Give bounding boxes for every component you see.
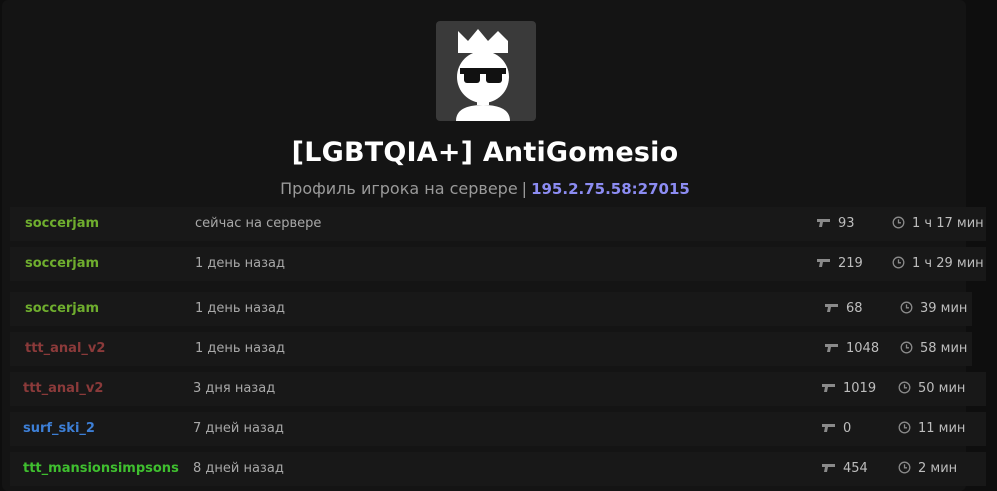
clock-icon	[898, 381, 911, 394]
clock-icon	[898, 461, 911, 474]
clock-icon	[898, 421, 911, 434]
session-duration: 50 мин	[918, 381, 966, 396]
session-kills: 68	[846, 301, 863, 316]
session-last-seen: 7 дней назад	[193, 421, 284, 436]
session-map-link[interactable]: ttt_mansionsimpsons	[23, 461, 179, 476]
session-map-link[interactable]: surf_ski_2	[23, 421, 95, 436]
session-kills: 219	[838, 256, 863, 271]
session-duration: 39 мин	[920, 301, 968, 316]
session-row[interactable]: soccerjam 1 день назад 219 1 ч 29 мин	[10, 247, 986, 281]
session-kills: 454	[843, 461, 868, 476]
session-last-seen: 3 дня назад	[193, 381, 276, 396]
session-map-link[interactable]: soccerjam	[25, 256, 99, 271]
clock-icon	[892, 256, 905, 269]
session-map-link[interactable]: soccerjam	[25, 216, 99, 231]
pistol-icon	[817, 219, 830, 227]
session-duration: 11 мин	[918, 421, 966, 436]
session-kills: 93	[838, 216, 855, 231]
session-kills: 1048	[846, 341, 880, 356]
session-row[interactable]: ttt_anal_v2 3 дня назад 1019 50 мин	[10, 372, 986, 406]
pistol-icon	[822, 464, 835, 472]
pistol-icon	[822, 384, 835, 392]
profile-subtitle: Профиль игрока на сервере | 195.2.75.58:27…	[0, 179, 970, 198]
session-row[interactable]: soccerjam сейчас на сервере 93 1 ч 17 ми…	[10, 207, 986, 241]
clock-icon	[892, 216, 905, 229]
session-duration: 2 мин	[918, 461, 958, 476]
session-duration: 1 ч 29 мин	[912, 256, 984, 271]
session-map-link[interactable]: soccerjam	[25, 301, 99, 316]
subtitle-text: Профиль игрока на сервере	[280, 179, 518, 198]
session-last-seen: 1 день назад	[195, 341, 286, 356]
clock-icon	[900, 301, 913, 314]
pistol-icon	[822, 424, 835, 432]
player-name: [LGBTQIA+] AntiGomesio	[291, 137, 679, 168]
session-duration: 58 мин	[920, 341, 968, 356]
session-row[interactable]: soccerjam 1 день назад 68 39 мин	[10, 292, 972, 326]
session-row[interactable]: surf_ski_2 7 дней назад 0 11 мин	[10, 412, 986, 446]
session-last-seen: 8 дней назад	[193, 461, 284, 476]
server-ip-link[interactable]: 195.2.75.58:27015	[531, 180, 690, 198]
session-kills: 1019	[843, 381, 877, 396]
clock-icon	[900, 341, 913, 354]
session-row[interactable]: ttt_anal_v2 1 день назад 1048 58 мин	[10, 332, 972, 366]
subtitle-separator: |	[521, 179, 528, 198]
session-row[interactable]: ttt_mansionsimpsons 8 дней назад 454 2 м…	[10, 452, 986, 486]
pistol-icon	[825, 304, 838, 312]
session-last-seen: 1 день назад	[195, 256, 286, 271]
session-duration: 1 ч 17 мин	[912, 216, 984, 231]
pistol-icon	[825, 344, 838, 352]
crowned-face-with-sunglasses-icon	[456, 29, 510, 121]
session-last-seen: 1 день назад	[195, 301, 286, 316]
session-last-seen: сейчас на сервере	[195, 216, 322, 231]
pistol-icon	[817, 259, 830, 267]
session-map-link[interactable]: ttt_anal_v2	[25, 341, 105, 356]
player-avatar	[436, 21, 536, 121]
session-map-link[interactable]: ttt_anal_v2	[23, 381, 103, 396]
session-kills: 0	[843, 421, 852, 436]
